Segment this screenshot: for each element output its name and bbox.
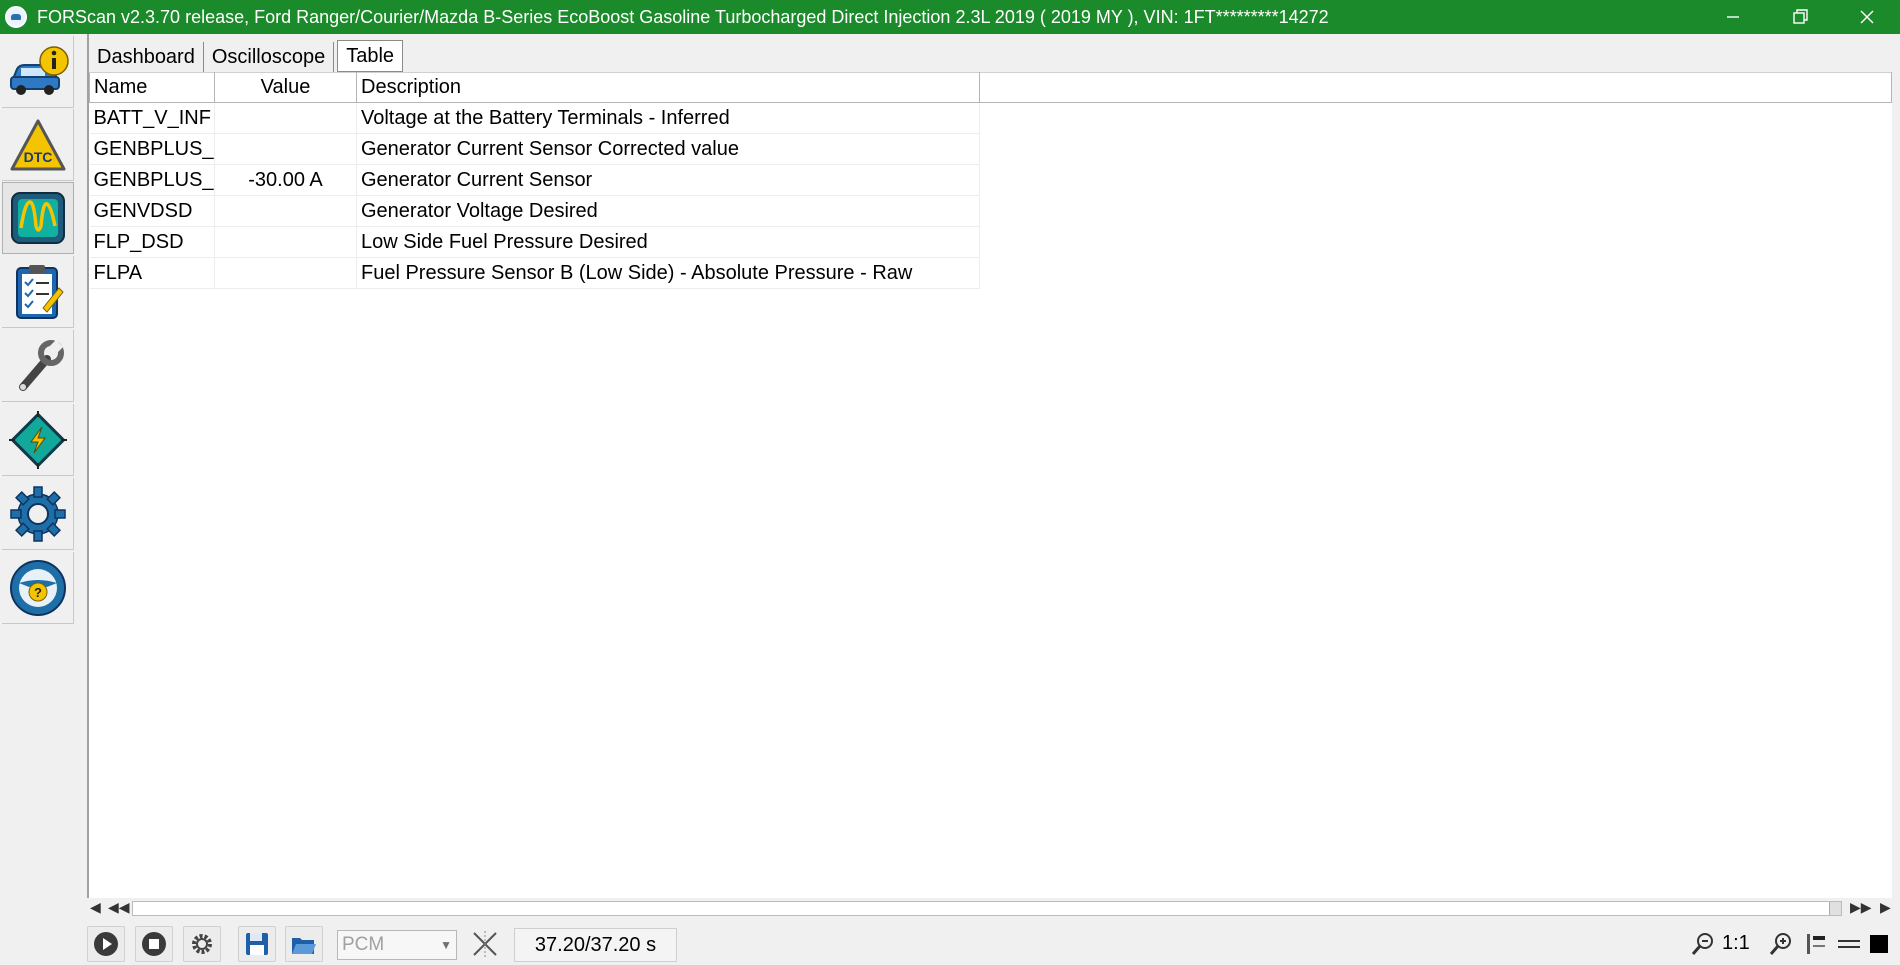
- cell-description: Generator Voltage Desired: [356, 195, 980, 227]
- cursor-toggle-button[interactable]: [466, 926, 504, 962]
- sidebar-item-help[interactable]: ?: [2, 552, 74, 624]
- table-row[interactable]: FLPA Fuel Pressure Sensor B (Low Side) -…: [89, 257, 1892, 289]
- restore-button[interactable]: [1766, 0, 1833, 34]
- gear-icon: [9, 485, 66, 542]
- dtc-icon: DTC: [10, 119, 65, 170]
- title-bar: FORScan v2.3.70 release, Ford Ranger/Cou…: [0, 0, 1900, 34]
- cell-value: [214, 257, 357, 289]
- horizontal-lines-icon: [1838, 940, 1860, 948]
- open-folder-icon: [292, 938, 316, 954]
- stop-icon: [142, 932, 166, 956]
- column-header-name[interactable]: Name: [89, 72, 215, 103]
- checklist-icon: [15, 264, 64, 319]
- help-wheel-icon: ?: [9, 559, 66, 616]
- cell-name: FLPA: [89, 257, 215, 289]
- scroll-right-icon[interactable]: ▶: [1880, 900, 1891, 916]
- save-button[interactable]: [238, 926, 276, 962]
- main-sidebar: DTC ?: [0, 34, 76, 624]
- zoom-out-button[interactable]: [1684, 926, 1722, 962]
- settings-gear-icon: [192, 934, 212, 954]
- module-chip-icon: [8, 410, 67, 469]
- zoom-out-icon: [1691, 933, 1713, 955]
- close-icon: [1860, 10, 1873, 24]
- column-header-value[interactable]: Value: [214, 72, 357, 103]
- sidebar-item-configuration[interactable]: [2, 330, 74, 402]
- cell-value: -30.00 A: [214, 164, 357, 196]
- help-label: ?: [34, 585, 42, 600]
- wrench-icon: [18, 339, 64, 391]
- pid-table-area: Name Value Description BATT_V_INF Voltag…: [89, 72, 1892, 898]
- vehicle-info-icon: [9, 45, 69, 95]
- minimize-button[interactable]: [1699, 0, 1766, 34]
- cell-value: [214, 133, 357, 165]
- sidebar-item-settings[interactable]: [2, 478, 74, 550]
- cell-description: Voltage at the Battery Terminals - Infer…: [356, 102, 980, 134]
- restore-icon: [1792, 9, 1808, 24]
- play-icon: [94, 932, 118, 956]
- table-row[interactable]: GENBPLUS_SN -30.00 A Generator Current S…: [89, 164, 1892, 196]
- dtc-label: DTC: [23, 149, 52, 165]
- vertical-scale-icon: [1807, 934, 1825, 954]
- recording-settings-button[interactable]: [183, 926, 221, 962]
- column-header-filler: [979, 72, 1892, 103]
- chevron-down-icon: ▼: [440, 938, 452, 952]
- table-header-row: Name Value Description: [89, 72, 1892, 103]
- table-row[interactable]: GENBPLUS_CC Generator Current Sensor Cor…: [89, 133, 1892, 165]
- zoom-in-icon: [1769, 933, 1791, 955]
- cell-value: [214, 102, 357, 134]
- open-file-button[interactable]: [285, 926, 323, 962]
- bottom-toolbar: PCM ▼ 37.20/37.20 s 1:1: [0, 924, 1900, 965]
- fit-vertical-button[interactable]: [1796, 926, 1834, 962]
- window-title: FORScan v2.3.70 release, Ford Ranger/Cou…: [37, 6, 1329, 27]
- cell-name: GENBPLUS_SN: [89, 164, 215, 196]
- table-row[interactable]: FLP_DSD Low Side Fuel Pressure Desired: [89, 226, 1892, 258]
- table-row[interactable]: BATT_V_INF Voltage at the Battery Termin…: [89, 102, 1892, 134]
- black-square-icon: [1870, 935, 1888, 953]
- view-tabs: Dashboard Oscilloscope Table: [89, 38, 404, 72]
- table-row[interactable]: GENVDSD Generator Voltage Desired: [89, 195, 1892, 227]
- play-button[interactable]: [87, 926, 125, 962]
- module-select-value: PCM: [342, 934, 385, 955]
- window-controls: [1699, 0, 1900, 34]
- cell-name: FLP_DSD: [89, 226, 215, 258]
- cell-description: Generator Current Sensor: [356, 164, 980, 196]
- save-disk-icon: [246, 933, 268, 955]
- sidebar-item-dtc[interactable]: DTC: [2, 109, 74, 181]
- scroll-to-end-icon[interactable]: ▶▶: [1850, 900, 1872, 916]
- tab-oscilloscope[interactable]: Oscilloscope: [204, 42, 335, 72]
- module-select[interactable]: PCM ▼: [337, 930, 457, 960]
- sidebar-item-service-tests[interactable]: [2, 256, 74, 328]
- zoom-ratio-label[interactable]: 1:1: [1722, 932, 1750, 955]
- fullscreen-button[interactable]: [1860, 926, 1898, 962]
- oscilloscope-icon: [11, 192, 65, 244]
- scroll-track[interactable]: [132, 901, 1842, 916]
- scroll-left-icon[interactable]: ◀: [90, 900, 101, 916]
- column-header-description[interactable]: Description: [356, 72, 980, 103]
- cell-description: Low Side Fuel Pressure Desired: [356, 226, 980, 258]
- minimize-icon: [1726, 16, 1739, 18]
- sidebar-item-vehicle-info[interactable]: [2, 36, 74, 108]
- scroll-to-start-icon[interactable]: ◀◀: [108, 900, 130, 916]
- cell-value: [214, 226, 357, 258]
- cell-name: BATT_V_INF: [89, 102, 215, 134]
- scroll-thumb[interactable]: [1829, 902, 1841, 915]
- cell-name: GENBPLUS_CC: [89, 133, 215, 165]
- cell-description: Generator Current Sensor Corrected value: [356, 133, 980, 165]
- stop-button[interactable]: [135, 926, 173, 962]
- pid-table: Name Value Description BATT_V_INF Voltag…: [89, 72, 1892, 289]
- time-position-display: 37.20/37.20 s: [514, 928, 677, 962]
- cell-value: [214, 195, 357, 227]
- sidebar-item-modules[interactable]: [2, 404, 74, 476]
- cell-description: Fuel Pressure Sensor B (Low Side) - Abso…: [356, 257, 980, 289]
- sidebar-item-oscilloscope[interactable]: [2, 182, 74, 254]
- time-scrollbar[interactable]: ◀ ◀◀ ▶▶ ▶: [86, 898, 1900, 920]
- close-button[interactable]: [1833, 0, 1900, 34]
- zoom-in-button[interactable]: [1762, 926, 1800, 962]
- tab-table[interactable]: Table: [337, 40, 404, 72]
- crossed-cursor-icon: [473, 931, 497, 957]
- tab-dashboard[interactable]: Dashboard: [89, 42, 204, 72]
- app-logo-icon: [5, 6, 27, 28]
- cell-name: GENVDSD: [89, 195, 215, 227]
